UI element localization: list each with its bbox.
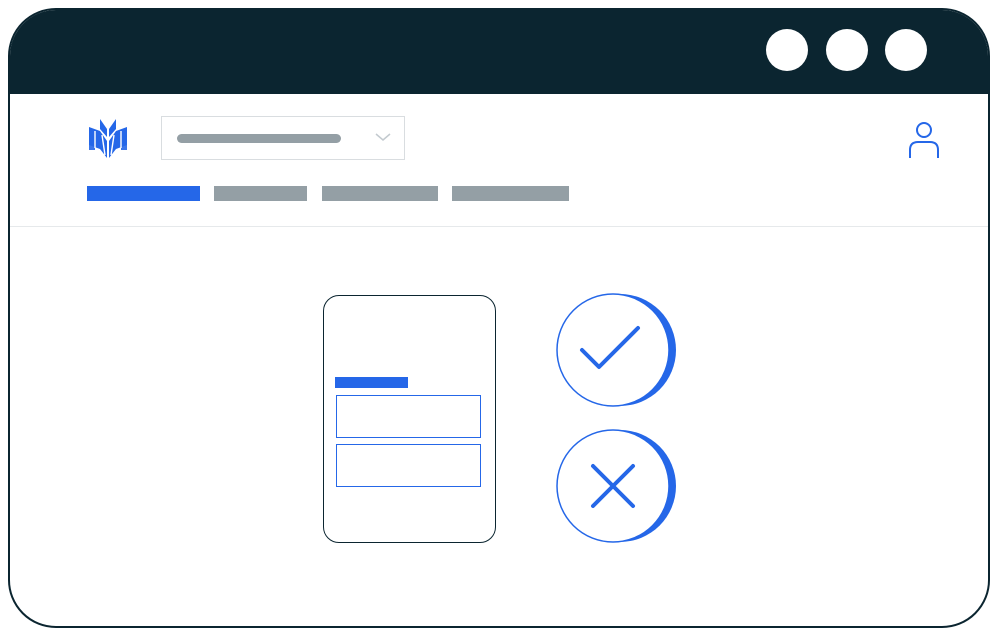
tab[interactable] (214, 186, 307, 201)
tab-active[interactable] (87, 186, 200, 201)
browser-window (8, 8, 990, 628)
user-icon[interactable] (907, 120, 941, 160)
dropdown-value-placeholder (177, 134, 341, 143)
reject-button[interactable] (555, 428, 679, 544)
chevron-down-icon (375, 133, 391, 141)
approve-button[interactable] (555, 292, 679, 408)
form-input-field[interactable] (336, 444, 481, 487)
tab[interactable] (452, 186, 569, 201)
form-input-field[interactable] (336, 395, 481, 438)
window-control-dot[interactable] (766, 29, 808, 71)
selector-dropdown[interactable] (161, 116, 405, 160)
tab[interactable] (322, 186, 438, 201)
header-divider (10, 226, 988, 227)
window-control-dot[interactable] (826, 29, 868, 71)
mobile-form-card (323, 295, 496, 543)
window-control-dot[interactable] (885, 29, 927, 71)
form-label-bar (335, 377, 408, 388)
logo-icon[interactable] (86, 117, 130, 161)
title-bar (10, 10, 988, 94)
